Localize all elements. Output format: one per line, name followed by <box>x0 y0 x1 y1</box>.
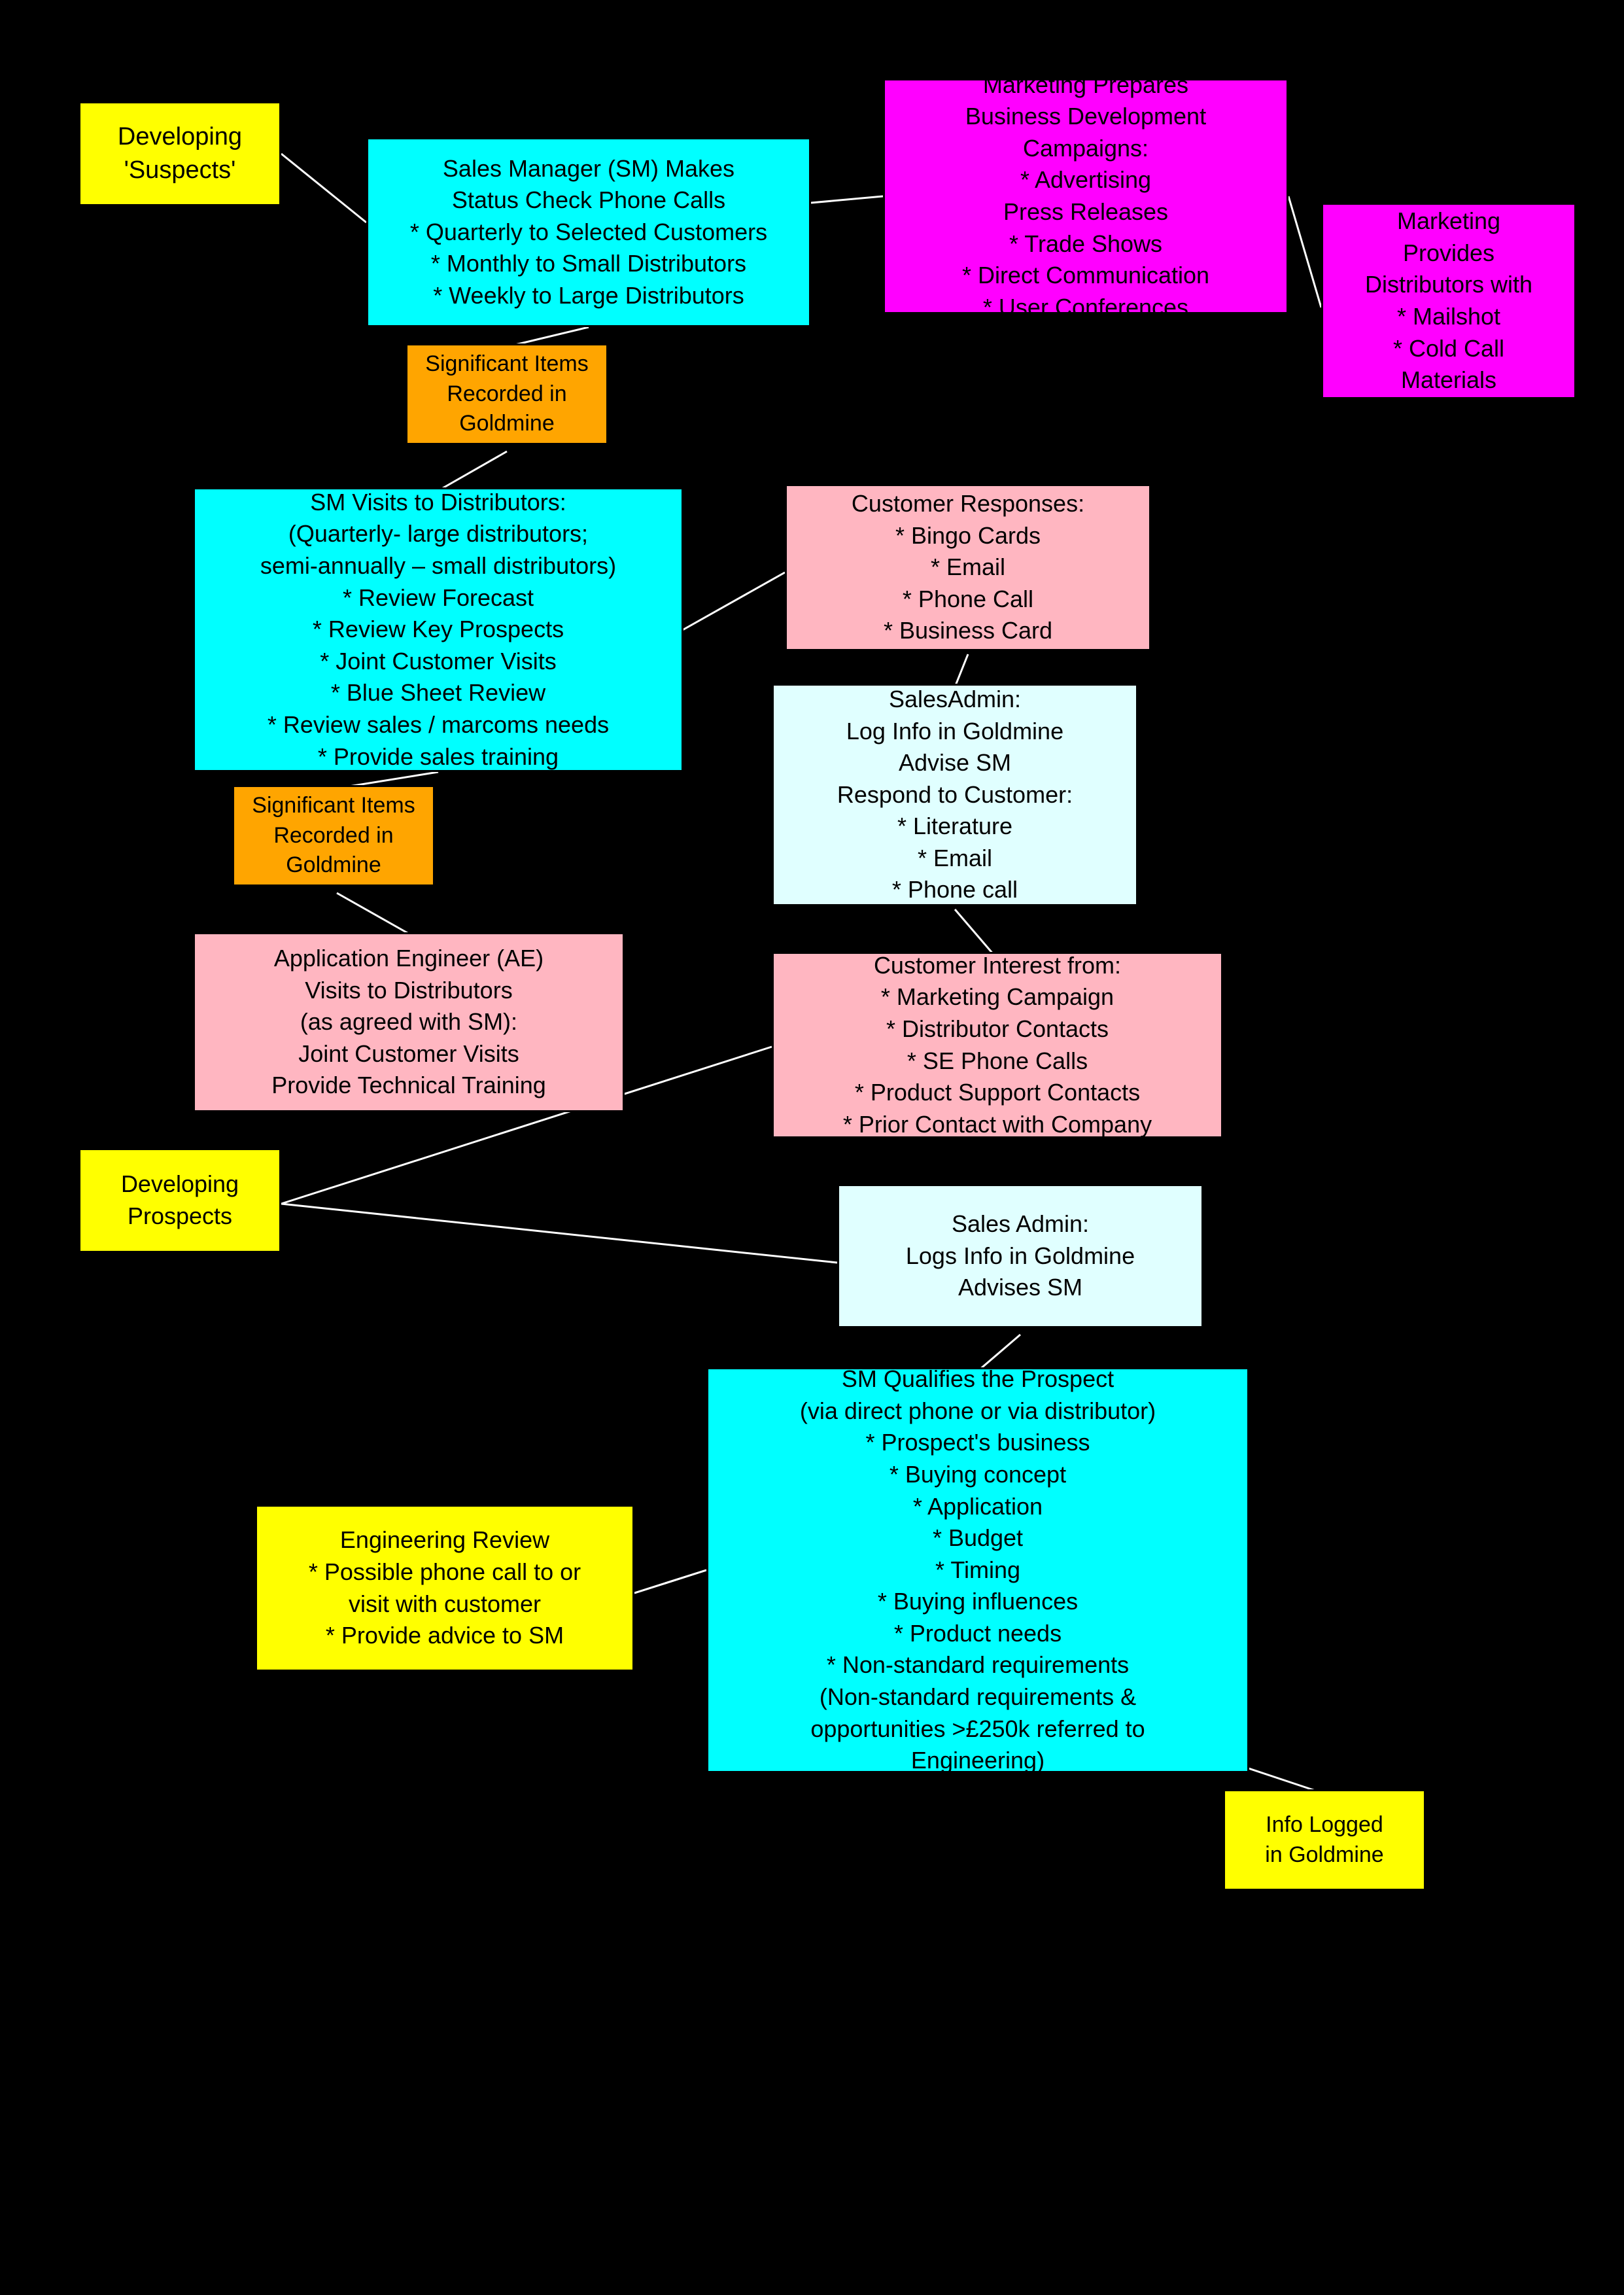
significant-items-2-label: Significant Items Recorded in Goldmine <box>252 791 415 881</box>
sm-visits-label: SM Visits to Distributors: (Quarterly- l… <box>260 487 616 773</box>
significant-items-1-box: Significant Items Recorded in Goldmine <box>406 343 608 445</box>
diagram-container: Developing 'Suspects' Marketing Prepares… <box>0 0 1624 2295</box>
developing-suspects-label: Developing 'Suspects' <box>118 120 242 188</box>
developing-prospects-box: Developing Prospects <box>78 1148 281 1253</box>
customer-responses-box: Customer Responses: * Bingo Cards * Emai… <box>785 484 1151 651</box>
info-logged-label: Info Logged in Goldmine <box>1265 1810 1383 1870</box>
sales-admin-log-label: SalesAdmin: Log Info in Goldmine Advise … <box>837 684 1073 906</box>
sales-admin-log-box: SalesAdmin: Log Info in Goldmine Advise … <box>772 684 1138 906</box>
customer-interest-box: Customer Interest from: * Marketing Camp… <box>772 952 1223 1138</box>
sales-manager-calls-label: Sales Manager (SM) Makes Status Check Ph… <box>410 153 767 312</box>
sales-admin-logs-label: Sales Admin: Logs Info in Goldmine Advis… <box>906 1208 1135 1304</box>
sm-qualifies-box: SM Qualifies the Prospect (via direct ph… <box>706 1367 1249 1773</box>
ae-visits-label: Application Engineer (AE) Visits to Dist… <box>271 943 546 1102</box>
developing-prospects-label: Developing Prospects <box>121 1168 239 1232</box>
marketing-provides-label: Marketing Provides Distributors with * M… <box>1365 205 1532 396</box>
customer-interest-label: Customer Interest from: * Marketing Camp… <box>843 950 1152 1141</box>
sales-admin-logs-box: Sales Admin: Logs Info in Goldmine Advis… <box>837 1184 1203 1328</box>
marketing-prepares-label: Marketing Prepares Business Development … <box>962 69 1209 324</box>
sm-visits-box: SM Visits to Distributors: (Quarterly- l… <box>193 487 683 772</box>
sales-manager-calls-box: Sales Manager (SM) Makes Status Check Ph… <box>366 137 811 327</box>
customer-responses-label: Customer Responses: * Bingo Cards * Emai… <box>852 488 1084 647</box>
sm-qualifies-label: SM Qualifies the Prospect (via direct ph… <box>800 1363 1156 1777</box>
engineering-review-box: Engineering Review * Possible phone call… <box>255 1505 634 1672</box>
info-logged-box: Info Logged in Goldmine <box>1223 1789 1426 1891</box>
engineering-review-label: Engineering Review * Possible phone call… <box>309 1524 581 1651</box>
marketing-provides-box: Marketing Provides Distributors with * M… <box>1321 203 1576 399</box>
significant-items-1-label: Significant Items Recorded in Goldmine <box>425 349 588 440</box>
developing-suspects-box: Developing 'Suspects' <box>78 101 281 206</box>
ae-visits-box: Application Engineer (AE) Visits to Dist… <box>193 932 625 1112</box>
marketing-prepares-box: Marketing Prepares Business Development … <box>883 79 1288 314</box>
significant-items-2-box: Significant Items Recorded in Goldmine <box>232 785 435 886</box>
